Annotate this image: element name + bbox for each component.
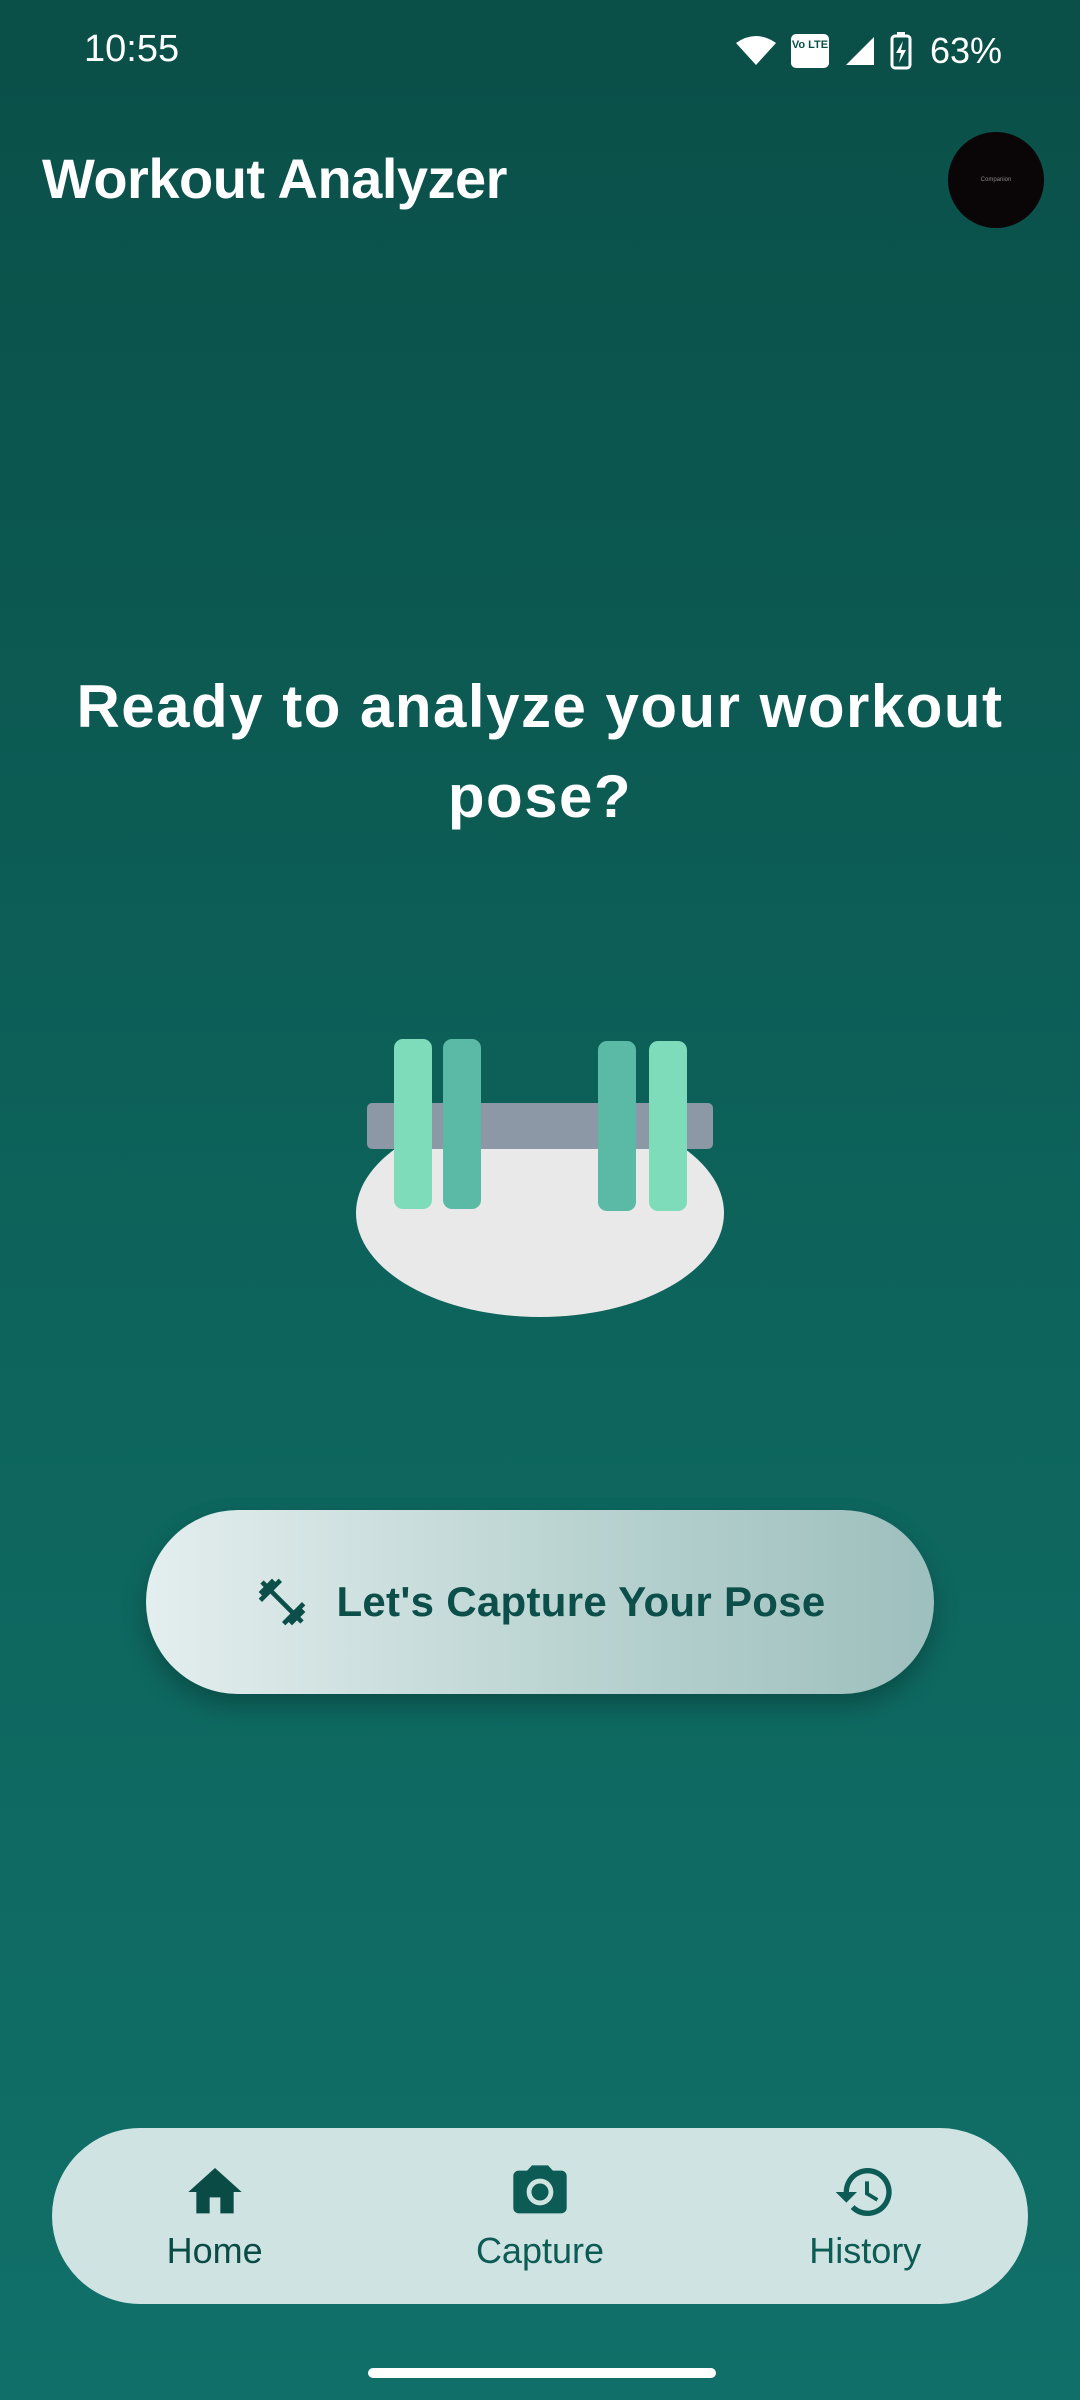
dumbbell-icon [259, 1578, 306, 1626]
bottom-nav: Home Capture History [52, 2128, 1028, 2304]
capture-pose-label: Let's Capture Your Pose [336, 1578, 826, 1625]
battery-percent: 63% [929, 30, 1002, 71]
battery-charging-icon [890, 32, 912, 70]
volte-badge-text: Vo LTE [792, 39, 828, 51]
barbell-illustration [356, 1039, 724, 1317]
headline: Ready to analyze your workout pose? [76, 673, 1004, 830]
home-icon [187, 2168, 242, 2214]
signal-icon [845, 37, 874, 65]
home-indicator[interactable] [368, 2368, 716, 2378]
nav-item-capture[interactable]: Capture [430, 2160, 650, 2272]
capture-pose-button[interactable]: Let's Capture Your Pose [146, 1510, 934, 1694]
illustration-plate-right-outer [649, 1041, 687, 1211]
illustration-plate-right-inner [598, 1041, 636, 1211]
illustration-plate-left-inner [443, 1039, 481, 1209]
nav-label-capture: Capture [475, 2230, 605, 2271]
nav-item-home[interactable]: Home [105, 2160, 325, 2272]
nav-label-history: History [809, 2230, 922, 2271]
status-icons: Vo LTE 63% [735, 30, 1002, 72]
nav-label-home: Home [166, 2230, 263, 2271]
status-bar: 10:55 Vo LTE 63% [0, 0, 1080, 100]
volte-icon: Vo LTE [790, 34, 829, 68]
illustration-plate-left-outer [394, 1039, 432, 1209]
status-time: 10:55 [84, 28, 180, 70]
avatar[interactable]: Companion [948, 132, 1044, 228]
wifi-icon [735, 36, 776, 65]
camera-icon [513, 2165, 567, 2214]
app-title: Workout Analyzer [42, 147, 507, 210]
avatar-text: Companion [980, 177, 1012, 183]
app-bar: Workout Analyzer [0, 130, 1080, 230]
history-icon [835, 2168, 892, 2216]
nav-item-history[interactable]: History [755, 2160, 975, 2272]
